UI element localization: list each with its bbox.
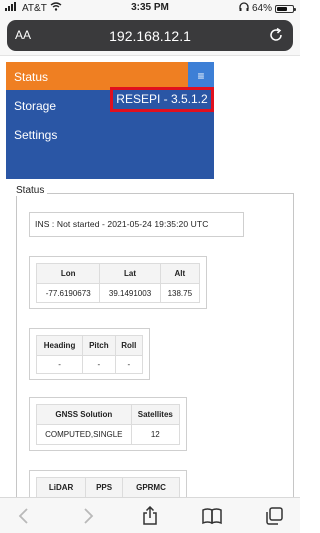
col-header-heading: Heading (35, 335, 84, 356)
col-header-lat: Lat (99, 263, 161, 284)
col-header-alt: Alt (159, 263, 201, 284)
status-legend: Status (13, 185, 48, 196)
col-header-lon: Lon (35, 263, 101, 284)
menu-toggle-button[interactable]: ≡ (188, 62, 214, 90)
lat-value: 39.1491003 (99, 283, 161, 303)
satellites-value: 12 (130, 424, 181, 445)
position-table: Lon Lat Alt -77.6190673 39.1491003 138.7… (35, 263, 201, 303)
ins-status-text: INS : Not started - 2021-05-24 19:35:20 … (35, 219, 209, 229)
gnss-table: GNSS Solution Satellites COMPUTED,SINGLE… (36, 404, 181, 445)
col-header-pitch: Pitch (82, 335, 116, 356)
bookmarks-icon[interactable] (202, 506, 222, 526)
ins-status-box: INS : Not started - 2021-05-24 19:35:20 … (29, 212, 244, 237)
col-header-roll: Roll (114, 335, 144, 356)
col-header-gprmc: GPRMC (121, 477, 181, 498)
version-label: RESEPI - 3.5.1.2 (110, 87, 214, 112)
lon-value: -77.6190673 (35, 283, 101, 303)
menu-item-status[interactable]: Status (6, 62, 188, 90)
gnss-solution-value: COMPUTED,SINGLE (36, 424, 132, 445)
back-icon[interactable] (14, 506, 34, 526)
reload-icon[interactable] (267, 26, 285, 44)
browser-address-area: AA 192.168.12.1 (0, 16, 300, 56)
position-table-wrap: Lon Lat Alt -77.6190673 39.1491003 138.7… (29, 256, 207, 309)
headphones-icon (239, 2, 249, 15)
col-header-gnss-solution: GNSS Solution (36, 404, 132, 425)
col-header-satellites: Satellites (130, 404, 181, 425)
gnss-table-wrap: GNSS Solution Satellites COMPUTED,SINGLE… (29, 397, 187, 451)
battery-percent: 64% (251, 3, 272, 14)
address-bar[interactable]: AA 192.168.12.1 (7, 20, 293, 51)
share-icon[interactable] (140, 505, 160, 526)
heading-value: - (35, 355, 84, 374)
menu-item-settings[interactable]: Settings (6, 120, 214, 148)
tabs-icon[interactable] (264, 506, 284, 526)
forward-icon[interactable] (78, 506, 98, 526)
nav-menu: Status ≡ Storage Settings (6, 62, 214, 179)
col-header-pps: PPS (85, 477, 123, 498)
battery-level (277, 6, 287, 11)
roll-value: - (114, 355, 144, 374)
attitude-table-wrap: Heading Pitch Roll - - - (29, 328, 150, 380)
status-right: 64% (239, 2, 296, 15)
lidar-table: LiDAR PPS GPRMC (35, 477, 181, 498)
ios-status-bar: AT&T 3:35 PM 64% (0, 0, 300, 16)
pitch-value: - (82, 355, 116, 374)
alt-value: 138.75 (159, 283, 201, 303)
url-text[interactable]: 192.168.12.1 (7, 28, 293, 44)
browser-toolbar (0, 497, 300, 533)
col-header-lidar: LiDAR (35, 477, 87, 498)
attitude-table: Heading Pitch Roll - - - (35, 335, 144, 374)
battery-icon (275, 4, 296, 13)
